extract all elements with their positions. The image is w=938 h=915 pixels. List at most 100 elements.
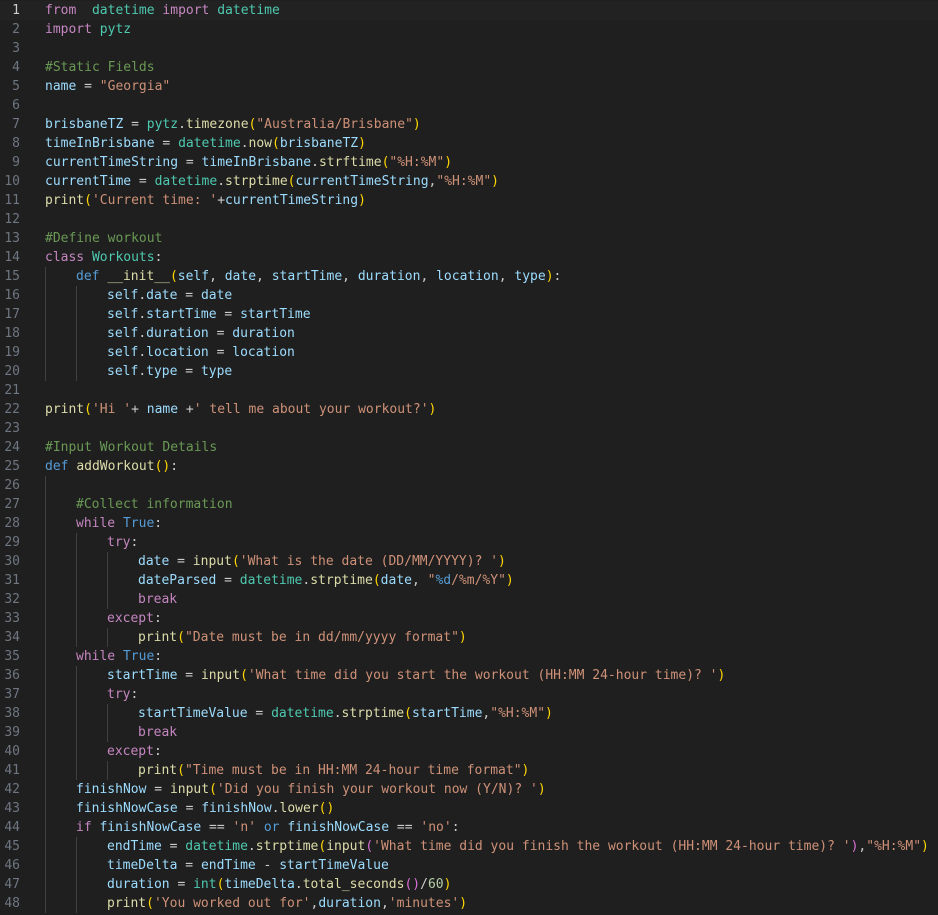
code-line[interactable]: 39 break [0,723,938,742]
code-token: 'Current time: ' [91,193,218,208]
code-line[interactable]: 40 except: [0,742,938,761]
code-token: if [76,820,92,835]
code-line[interactable]: 19 self.location = location [0,343,938,362]
code-line[interactable]: 22 print('Hi '+ name +' tell me about you… [0,400,938,419]
indent-guide [45,628,46,647]
code-text: currentTimeString = timeInBrisbane.strft… [45,153,452,172]
code-editor[interactable]: 1 from datetime import datetime 2 import py… [0,1,938,915]
code-line[interactable]: 29 try: [0,533,938,552]
code-token: . [138,345,147,360]
code-line[interactable]: 35 while True: [0,647,938,666]
code-line[interactable]: 6 [0,96,938,115]
code-line[interactable]: 37 try: [0,685,938,704]
code-token: self [107,307,139,322]
code-token: : [553,269,562,284]
code-line[interactable]: 9 currentTimeString = timeInBrisbane.strf… [0,153,938,172]
code-token: ) [498,554,506,569]
code-token: finishNow [76,782,147,797]
code-line[interactable]: 33 except: [0,609,938,628]
code-line[interactable]: 36 startTime = input('What time did you s… [0,666,938,685]
code-token: ( [177,630,185,645]
code-line[interactable]: 43 finishNowCase = finishNow.lower() [0,799,938,818]
indent-guide [45,362,46,381]
code-line[interactable]: 26 [0,476,938,495]
indent-guide [45,647,46,666]
code-token: ( [177,763,185,778]
code-token: /%m/%Y" [451,573,506,588]
code-line[interactable]: 32 break [0,590,938,609]
code-token: strptime [225,174,288,189]
code-line[interactable]: 18 self.duration = duration [0,324,938,343]
code-line[interactable]: 27 #Collect information [0,495,938,514]
code-line[interactable]: 13 #Define workout [0,229,938,248]
code-token: endTime [107,839,162,854]
indent-guide [107,552,108,571]
code-token: currentTimeString [295,174,429,189]
code-line[interactable]: 8 timeInBrisbane = datetime.now(brisbaneT… [0,134,938,153]
indent-guide [45,495,46,514]
code-line[interactable]: 15 def __init__(self, date, startTime, du… [0,267,938,286]
code-token: . [138,364,147,379]
code-line[interactable]: 4 #Static Fields [0,58,938,77]
code-token: . [138,326,147,341]
code-line[interactable]: 48 print('You worked out for',duration,'m… [0,894,938,913]
line-number: 1 [12,3,20,18]
code-line[interactable]: 47 duration = int(timeDelta.total_seconds… [0,875,938,894]
code-line[interactable]: 24 #Input Workout Details [0,438,938,457]
code-line[interactable]: 17 self.startTime = startTime [0,305,938,324]
code-line[interactable]: 30 date = input('What is the date (DD/MM/… [0,552,938,571]
code-line[interactable]: 46 timeDelta = endTime - startTimeValue [0,856,938,875]
code-token: from [45,3,77,18]
code-token: startTimeValue [279,858,389,873]
code-line[interactable]: 20 self.type = type [0,362,938,381]
line-number: 44 [4,820,20,835]
code-token: ) [537,782,546,797]
code-line[interactable]: 21 [0,381,938,400]
code-line[interactable]: 14 class Workouts: [0,248,938,267]
code-line[interactable]: 5 name = "Georgia" [0,77,938,96]
code-line[interactable]: 34 print("Date must be in dd/mm/yyyy form… [0,628,938,647]
code-token: . [333,706,342,721]
code-text: def __init__(self, date, startTime, dura… [76,267,561,286]
code-token: ) [545,706,553,721]
code-line[interactable]: 41 print("Time must be in HH:MM 24-hour t… [0,761,938,780]
line-number: 7 [12,117,20,132]
code-line[interactable]: 16 self.date = date [0,286,938,305]
code-line[interactable]: 10 currentTime = datetime.strptime(curren… [0,172,938,191]
line-number: 10 [4,174,20,189]
code-token: ) [444,155,453,170]
code-line[interactable]: 44 if finishNowCase == 'n' or finishNowCa… [0,818,938,837]
code-line[interactable]: 23 [0,419,938,438]
code-token: ) [358,136,366,151]
code-token: datetime [239,573,303,588]
code-token: type [146,364,178,379]
code-line[interactable]: 1 from datetime import datetime [0,1,938,20]
code-line[interactable]: 25 def addWorkout(): [0,457,938,476]
code-token: print [138,630,178,645]
code-line[interactable]: 42 finishNow = input('Did you finish your… [0,780,938,799]
code-line[interactable]: 7 brisbaneTZ = pytz.timezone("Australia/B… [0,115,938,134]
line-number: 45 [4,839,20,854]
code-line[interactable]: 2 import pytz [0,20,938,39]
code-token: strftime [318,155,382,170]
code-token: date [200,288,233,303]
code-line[interactable]: 11 print('Current time: '+currentTimeStri… [0,191,938,210]
code-token: duration [318,896,381,911]
indent-guide [76,628,77,647]
code-token: = [161,839,186,854]
line-number: 9 [12,155,20,170]
code-line[interactable]: 28 while True: [0,514,938,533]
code-token: , [420,269,437,284]
code-token: = [177,668,201,683]
code-line[interactable]: 12 [0,210,938,229]
code-token: - [255,858,280,873]
code-token: lower [279,801,319,816]
code-line[interactable]: 3 [0,39,938,58]
code-token: brisbaneTZ [45,117,124,132]
code-token: () [154,459,171,474]
code-line[interactable]: 38 startTimeValue = datetime.strptime(sta… [0,704,938,723]
code-line[interactable]: 45 endTime = datetime.strptime(input('Wha… [0,837,938,856]
code-line[interactable]: 31 dateParsed = datetime.strptime(date, "… [0,571,938,590]
